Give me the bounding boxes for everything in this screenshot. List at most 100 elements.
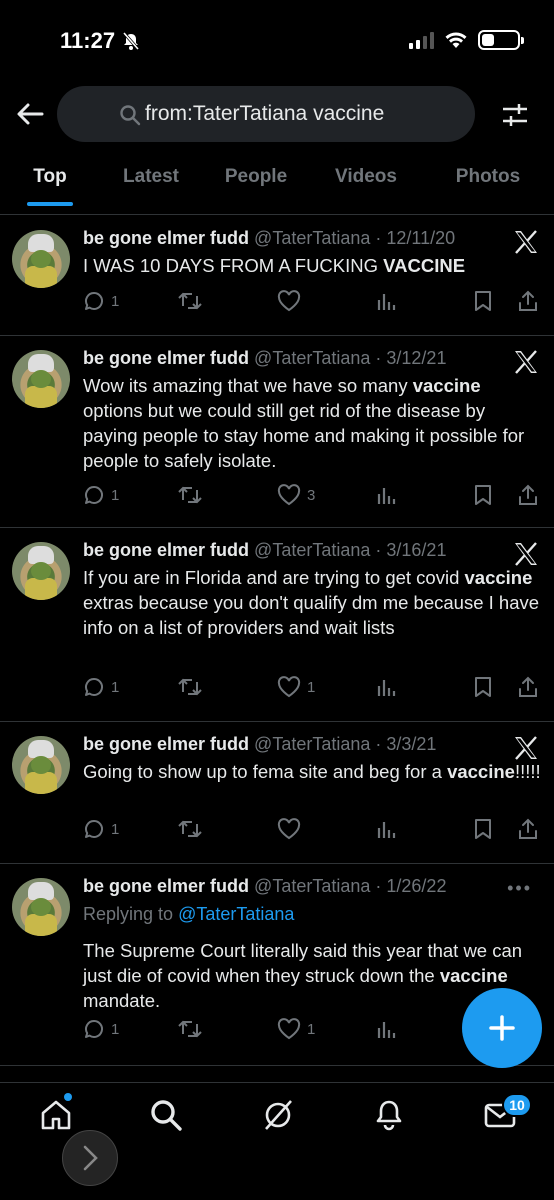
tweet-actions: 1 1 (83, 676, 543, 704)
tweet-header: be gone elmer fudd @TaterTatiana · 12/11… (83, 228, 455, 249)
user-handle: @TaterTatiana (254, 876, 371, 896)
avatar[interactable] (12, 350, 70, 408)
home-icon[interactable] (38, 1097, 74, 1133)
avatar[interactable] (12, 878, 70, 936)
reply-button[interactable]: 1 (83, 1018, 119, 1040)
views-button[interactable] (375, 484, 397, 506)
signal-icon (409, 31, 434, 49)
bookmark-button[interactable] (473, 676, 493, 698)
silent-mode-icon (122, 32, 140, 50)
display-name[interactable]: be gone elmer fudd (83, 348, 249, 368)
reply-button[interactable]: 1 (83, 290, 119, 312)
tab-latest[interactable]: Latest (100, 156, 202, 208)
bookmark-button[interactable] (473, 290, 493, 312)
views-button[interactable] (375, 290, 397, 312)
display-name[interactable]: be gone elmer fudd (83, 228, 249, 248)
tweet-text: If you are in Florida and are trying to … (83, 567, 540, 638)
like-button[interactable] (277, 290, 307, 312)
tweet-actions: 1 (83, 818, 543, 846)
search-query: from:TaterTatiana vaccine (145, 102, 385, 125)
filter-settings-icon[interactable] (500, 100, 530, 130)
share-button[interactable] (517, 484, 539, 506)
bookmark-icon (475, 819, 491, 839)
x-logo-icon (515, 350, 537, 374)
views-button[interactable] (375, 676, 397, 698)
tab-videos[interactable]: Videos (310, 156, 422, 208)
reply-count: 1 (111, 292, 120, 310)
replying-to: Replying to @TaterTatiana (83, 904, 295, 924)
user-handle: @TaterTatiana (254, 540, 371, 560)
grok-icon[interactable] (260, 1097, 296, 1133)
highlighted-term: vaccine (439, 965, 508, 986)
tweet-text: I WAS 10 DAYS FROM A FUCKING VACCINE (83, 255, 466, 276)
tweet[interactable]: be gone elmer fudd @TaterTatiana · 3/3/2… (0, 722, 554, 864)
retweet-button[interactable] (177, 484, 209, 506)
tweet[interactable]: be gone elmer fudd @TaterTatiana · 3/16/… (0, 528, 554, 722)
retweet-icon (178, 486, 202, 504)
reply-button[interactable]: 1 (83, 676, 119, 698)
like-button[interactable] (277, 818, 307, 840)
more-options-icon[interactable]: ••• (507, 878, 532, 899)
tweet-date: · 12/11/20 (375, 228, 456, 248)
search-icon (120, 105, 141, 126)
like-button[interactable]: 3 (277, 484, 315, 506)
avatar[interactable] (12, 230, 70, 288)
views-button[interactable] (375, 818, 397, 840)
tweet-date: · 1/26/22 (375, 876, 447, 896)
views-button[interactable] (375, 1018, 397, 1040)
highlighted-term: VACCINE (383, 255, 466, 276)
tab-top[interactable]: Top (0, 156, 100, 208)
display-name[interactable]: be gone elmer fudd (83, 734, 249, 754)
tweet-actions: 1 (83, 290, 543, 318)
reply-icon (85, 677, 103, 696)
search-input[interactable]: from:TaterTatiana vaccine (57, 86, 475, 142)
bookmark-button[interactable] (473, 484, 493, 506)
retweet-button[interactable] (177, 290, 209, 312)
tab-people[interactable]: People (202, 156, 310, 208)
retweet-button[interactable] (177, 818, 209, 840)
notifications-bell-icon[interactable] (371, 1097, 407, 1133)
reply-count: 1 (111, 486, 120, 504)
reply-button[interactable]: 1 (83, 484, 119, 506)
tweet-text: Wow its amazing that we have so many vac… (83, 375, 525, 471)
share-icon (519, 676, 537, 697)
views-icon (377, 294, 396, 310)
replying-to-handle-link[interactable]: @TaterTatiana (178, 904, 294, 924)
retweet-button[interactable] (177, 1018, 209, 1040)
avatar[interactable] (12, 736, 70, 794)
display-name[interactable]: be gone elmer fudd (83, 876, 249, 896)
status-bar: 11:27 (0, 0, 554, 80)
reply-count: 1 (111, 678, 120, 696)
tweet[interactable]: be gone elmer fudd @TaterTatiana · 3/12/… (0, 336, 554, 528)
avatar[interactable] (12, 542, 70, 600)
views-icon (377, 488, 396, 504)
reply-button[interactable]: 1 (83, 818, 119, 840)
scroll-forward-button[interactable] (62, 1130, 118, 1186)
back-arrow-icon[interactable] (14, 98, 46, 130)
share-icon (519, 290, 537, 311)
tweet-actions: 1 3 (83, 484, 543, 512)
status-time: 11:27 (60, 28, 116, 53)
share-button[interactable] (517, 818, 539, 840)
search-nav-icon[interactable] (148, 1097, 184, 1133)
x-logo-icon (515, 230, 537, 254)
wifi-icon (445, 32, 467, 48)
heart-icon (277, 290, 301, 312)
display-name[interactable]: be gone elmer fudd (83, 540, 249, 560)
bookmark-button[interactable] (473, 818, 493, 840)
heart-icon (277, 484, 301, 506)
tweet[interactable]: be gone elmer fudd @TaterTatiana · 12/11… (0, 216, 554, 336)
like-button[interactable]: 1 (277, 676, 315, 698)
share-button[interactable] (517, 676, 539, 698)
retweet-button[interactable] (177, 676, 209, 698)
retweet-icon (178, 1020, 202, 1038)
active-tab-indicator (27, 202, 73, 206)
like-count: 1 (307, 678, 316, 696)
compose-button[interactable] (462, 988, 542, 1068)
like-button[interactable]: 1 (277, 1018, 315, 1040)
bookmark-icon (475, 291, 491, 311)
search-header: from:TaterTatiana vaccine (0, 84, 554, 148)
tab-photos[interactable]: Photos (422, 156, 554, 208)
highlighted-term: vaccine (412, 375, 481, 396)
share-button[interactable] (517, 290, 539, 312)
